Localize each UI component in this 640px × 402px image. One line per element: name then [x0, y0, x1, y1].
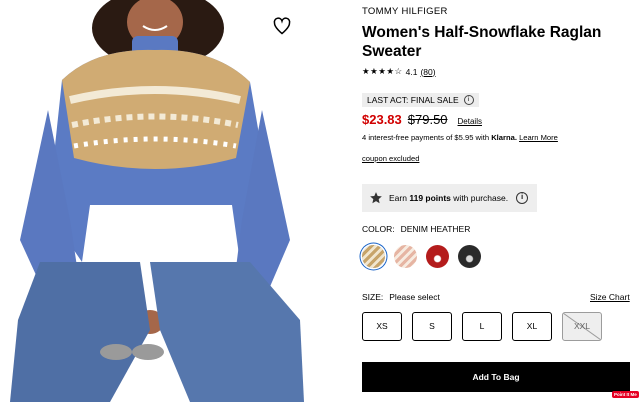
brand-link[interactable]: TOMMY HILFIGER — [362, 6, 448, 17]
product-title: Women's Half-Snowflake Raglan Sweater — [362, 24, 602, 60]
learn-more-link[interactable]: Learn More — [519, 133, 558, 142]
color-swatches — [362, 245, 481, 268]
pin-it-badge[interactable]: Point It Me — [612, 391, 639, 398]
rating-stars: ★★★★☆ — [362, 66, 403, 76]
loyalty-points-box: Earn 119 points with purchase. i — [362, 184, 537, 212]
size-option-xxl[interactable]: XXL — [562, 312, 602, 341]
final-sale-badge: LAST ACT: FINAL SALE i — [362, 93, 479, 107]
size-option-xs[interactable]: XS — [362, 312, 402, 341]
coupon-excluded-link[interactable]: coupon excluded — [362, 154, 419, 163]
color-swatch-2[interactable] — [394, 245, 417, 268]
size-option-xxl-label: XXL — [573, 321, 591, 331]
info-icon[interactable]: i — [463, 95, 474, 105]
review-count-link[interactable]: (80) — [420, 67, 435, 77]
size-chart-link[interactable]: Size Chart — [590, 292, 630, 302]
add-to-bag-button[interactable]: Add To Bag — [362, 362, 630, 392]
size-options: XS S L XL XXL — [362, 312, 602, 341]
rating-value: 4.1 — [405, 66, 418, 77]
badge-text: LAST ACT: FINAL SALE — [367, 95, 459, 105]
price-details-link[interactable]: Details — [458, 117, 482, 126]
color-swatch-denim-heather[interactable] — [362, 245, 385, 268]
sale-price: $23.83 — [362, 112, 402, 127]
installments-text: 4 interest-free payments of $5.95 with K… — [362, 133, 558, 142]
color-swatch-3[interactable] — [426, 245, 449, 268]
size-option-l[interactable]: L — [462, 312, 502, 341]
product-image — [0, 0, 322, 402]
selected-color-name: DENIM HEATHER — [400, 224, 471, 234]
star-icon — [370, 192, 382, 204]
original-price: $79.50 — [407, 112, 448, 127]
points-amount: 119 points — [409, 193, 451, 203]
size-label: SIZE: Please select — [362, 292, 440, 302]
info-icon[interactable]: i — [516, 192, 529, 204]
color-label: COLOR: DENIM HEATHER — [362, 224, 471, 234]
price-block: $23.83 $79.50 Details — [362, 112, 482, 127]
rating-summary[interactable]: ★★★★☆ 4.1 (80) — [362, 66, 436, 77]
heart-icon — [273, 17, 291, 35]
wishlist-button[interactable] — [272, 16, 292, 36]
klarna-logo: Klarna. — [491, 133, 517, 142]
points-text: Earn 119 points with purchase. — [389, 193, 509, 203]
size-option-xl[interactable]: XL — [512, 312, 552, 341]
size-prompt: Please select — [389, 292, 440, 302]
size-option-s[interactable]: S — [412, 312, 452, 341]
color-swatch-4[interactable] — [458, 245, 481, 268]
installments-prefix: 4 interest-free payments of $5.95 with — [362, 133, 490, 142]
